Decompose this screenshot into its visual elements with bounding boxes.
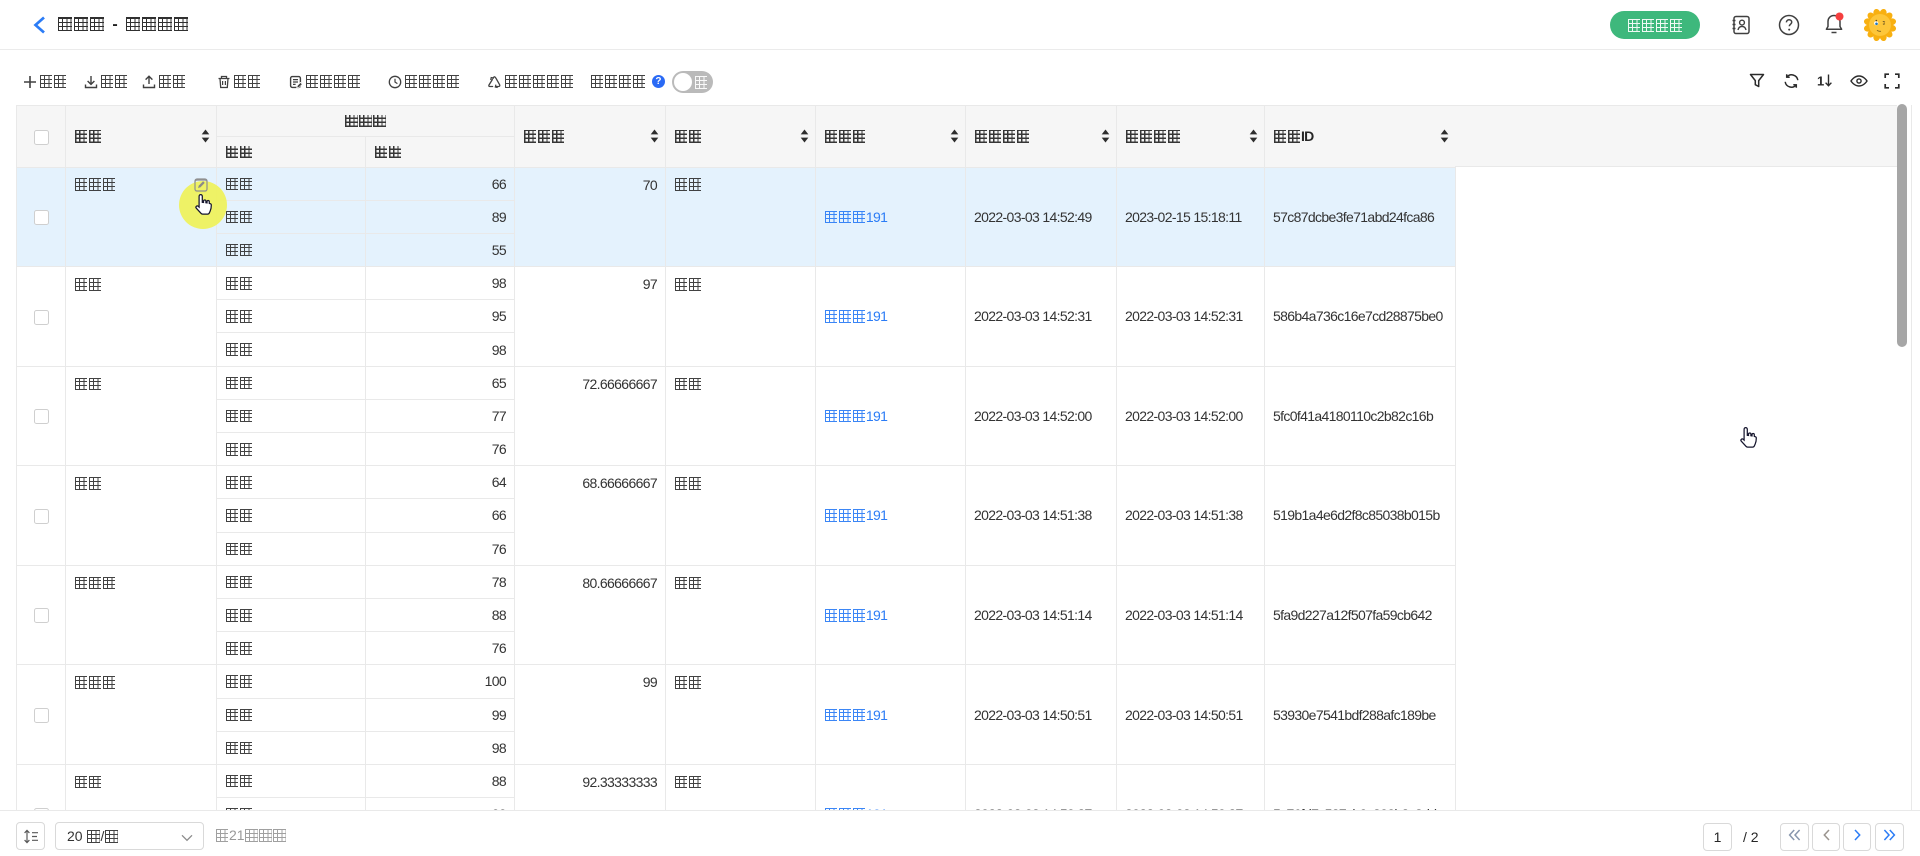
- svg-text:1: 1: [1817, 73, 1824, 88]
